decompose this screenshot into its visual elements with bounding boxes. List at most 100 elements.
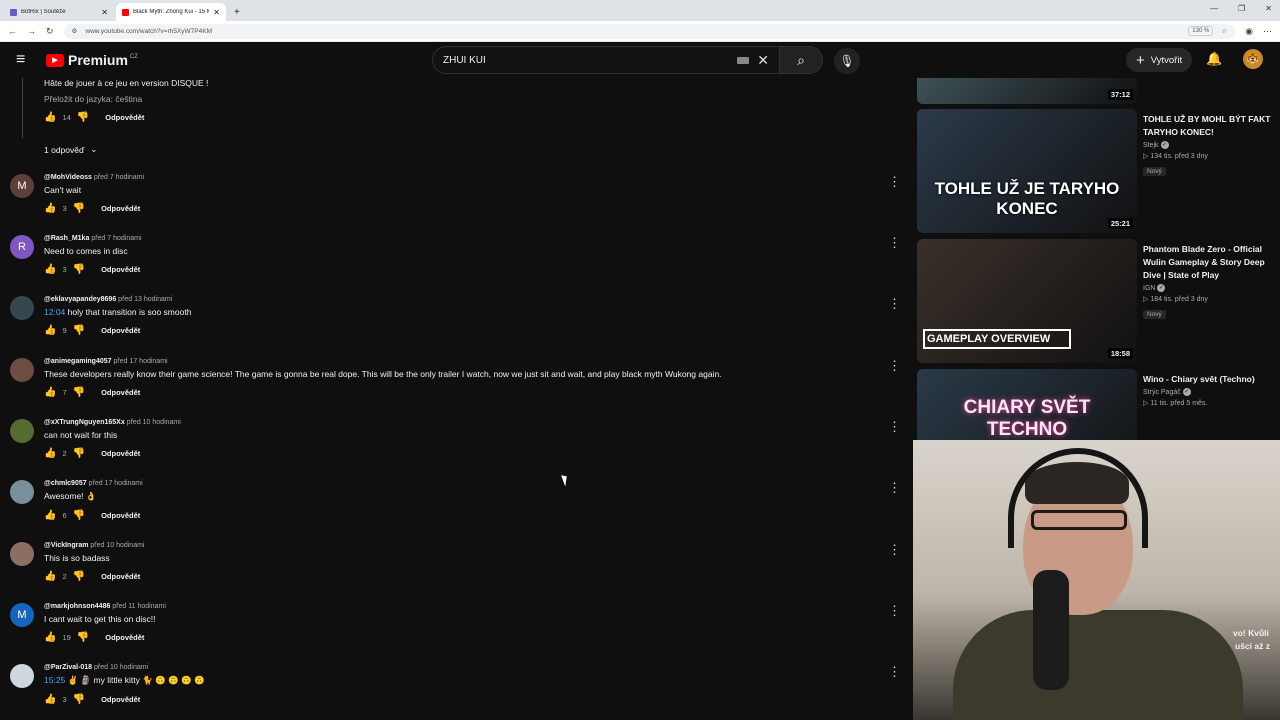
thumb-down-icon[interactable]: 👎 — [73, 387, 85, 398]
search-button[interactable]: ⌕ — [780, 46, 823, 74]
comment-author[interactable]: @chmlc9057 — [44, 480, 87, 487]
thumb-up-icon[interactable]: 👍 — [44, 264, 56, 275]
new-tab-icon[interactable]: + — [228, 3, 246, 21]
channel-name[interactable]: Strýc Pagáč ✓ — [1143, 388, 1275, 396]
thumb-up-icon[interactable]: 👍 — [44, 448, 56, 459]
reply-button[interactable]: Odpovědět — [101, 695, 140, 704]
notifications-bell-icon[interactable]: 🔔 — [1206, 51, 1222, 67]
video-title[interactable]: TOHLE UŽ BY MOHL BÝT FAKT TARYHO KONEC! — [1143, 113, 1275, 139]
youtube-premium-logo[interactable]: ▶ Premium CZ — [46, 52, 138, 68]
avatar[interactable] — [10, 664, 34, 688]
thumb-down-icon[interactable]: 👎 — [77, 632, 89, 643]
comment-author[interactable]: @markjohnson4486 — [44, 603, 110, 610]
comment-time[interactable]: před 13 hodinami — [118, 296, 172, 303]
comment-time[interactable]: před 7 hodinami — [91, 235, 141, 242]
more-actions-icon[interactable]: ⋮ — [888, 419, 901, 435]
reply-button[interactable]: Odpovědět — [101, 204, 140, 213]
avatar[interactable]: R — [10, 235, 34, 259]
search-input[interactable]: ZHUI KUI ✕ — [432, 46, 780, 74]
thumb-up-icon[interactable]: 👍 — [44, 112, 56, 123]
video-title[interactable]: Phantom Blade Zero - Official Wulin Game… — [1143, 243, 1275, 282]
comment-time[interactable]: před 17 hodinami — [113, 358, 167, 365]
comment-author[interactable]: @Rash_M1ka — [44, 235, 89, 242]
channel-name[interactable]: IGN ✓ — [1143, 284, 1275, 292]
comment-author[interactable]: @animegaming4057 — [44, 358, 112, 365]
more-actions-icon[interactable]: ⋮ — [888, 664, 901, 680]
reply-button[interactable]: Odpovědět — [101, 449, 140, 458]
reply-button[interactable]: Odpovědět — [105, 113, 144, 122]
hamburger-menu-icon[interactable]: ≡ — [16, 51, 40, 69]
reply-button[interactable]: Odpovědět — [101, 511, 140, 520]
timestamp-link[interactable]: 12:04 — [44, 307, 65, 317]
comment-author[interactable]: @eklavyapandey8696 — [44, 296, 116, 303]
close-icon[interactable]: ✕ — [213, 8, 220, 17]
more-actions-icon[interactable]: ⋮ — [888, 296, 901, 312]
comment-time[interactable]: před 10 hodinami — [127, 419, 181, 426]
more-actions-icon[interactable]: ⋮ — [888, 358, 901, 374]
thumb-up-icon[interactable]: 👍 — [44, 387, 56, 398]
voice-search-button[interactable]: 🎙 — [834, 48, 860, 74]
translate-link[interactable]: Přeložit do jazyka: čeština — [44, 94, 208, 104]
comment-author[interactable]: @VickIngram — [44, 542, 88, 549]
more-actions-icon[interactable]: ⋮ — [888, 174, 901, 190]
comment-time[interactable]: před 7 hodinami — [94, 174, 144, 181]
reload-icon[interactable]: ↻ — [46, 26, 54, 37]
thumb-down-icon[interactable]: 👎 — [73, 448, 85, 459]
thumb-up-icon[interactable]: 👍 — [44, 510, 56, 521]
thumb-up-icon[interactable]: 👍 — [44, 571, 56, 582]
zoom-indicator[interactable]: 130 % — [1188, 26, 1214, 36]
more-actions-icon[interactable]: ⋮ — [888, 542, 901, 558]
clear-search-icon[interactable]: ✕ — [757, 52, 769, 69]
thumb-down-icon[interactable]: 👎 — [77, 112, 89, 123]
menu-icon[interactable]: ⋯ — [1263, 26, 1272, 37]
avatar[interactable] — [10, 358, 34, 382]
browser-tab-active[interactable]: Black Myth: Zhong Kui - 15 Mi ✕ — [116, 3, 226, 21]
comment-time[interactable]: před 17 hodinami — [89, 480, 143, 487]
forward-icon[interactable]: → — [27, 26, 36, 36]
back-icon[interactable]: ← — [8, 26, 17, 36]
video-title[interactable]: Wino - Chiary svět (Techno) — [1143, 373, 1275, 386]
close-window-icon[interactable]: ✕ — [1265, 4, 1272, 13]
reply-button[interactable]: Odpovědět — [101, 326, 140, 335]
comment-author[interactable]: @MohVideoss — [44, 174, 92, 181]
minimize-icon[interactable]: — — [1210, 4, 1218, 13]
avatar[interactable] — [10, 296, 34, 320]
browser-tab[interactable]: BotRix | Soutěže ✕ — [4, 3, 114, 21]
view-replies-button[interactable]: 1 odpověď ⌄ — [44, 144, 97, 155]
comment-time[interactable]: před 10 hodinami — [90, 542, 144, 549]
avatar[interactable] — [10, 542, 34, 566]
avatar[interactable]: M — [10, 174, 34, 198]
star-icon[interactable]: ☆ — [1221, 27, 1227, 35]
timestamp-link[interactable]: 15:25 — [44, 675, 65, 685]
reply-button[interactable]: Odpovědět — [101, 388, 140, 397]
more-actions-icon[interactable]: ⋮ — [888, 235, 901, 251]
more-actions-icon[interactable]: ⋮ — [888, 603, 901, 619]
comment-time[interactable]: před 11 hodinami — [112, 603, 166, 610]
comment-author[interactable]: @ParZival-018 — [44, 664, 92, 671]
thumb-down-icon[interactable]: 👎 — [73, 510, 85, 521]
create-button[interactable]: + Vytvořit — [1126, 48, 1193, 72]
video-thumbnail[interactable]: 37:12 — [917, 78, 1137, 104]
thumb-down-icon[interactable]: 👎 — [73, 203, 85, 214]
profile-icon[interactable]: ◉ — [1245, 26, 1253, 37]
comment-author[interactable]: @xXTrungNguyen165Xx — [44, 419, 125, 426]
thumb-up-icon[interactable]: 👍 — [44, 632, 56, 643]
reply-button[interactable]: Odpovědět — [101, 265, 140, 274]
thumb-up-icon[interactable]: 👍 — [44, 203, 56, 214]
avatar[interactable]: M — [10, 603, 34, 627]
address-bar[interactable]: ⚙ www.youtube.com/watch?v=rh5XyW7P4KM 13… — [63, 23, 1236, 39]
account-avatar[interactable]: 🐯 — [1243, 49, 1263, 69]
avatar[interactable] — [10, 480, 34, 504]
reply-button[interactable]: Odpovědět — [105, 633, 144, 642]
more-actions-icon[interactable]: ⋮ — [888, 480, 901, 496]
site-info-icon[interactable]: ⚙ — [72, 27, 78, 35]
thumb-up-icon[interactable]: 👍 — [44, 325, 56, 336]
thumb-up-icon[interactable]: 👍 — [44, 694, 56, 705]
comment-time[interactable]: před 10 hodinami — [94, 664, 148, 671]
avatar[interactable] — [10, 419, 34, 443]
thumb-down-icon[interactable]: 👎 — [73, 694, 85, 705]
maximize-icon[interactable]: ❐ — [1238, 4, 1245, 13]
keyboard-icon[interactable] — [737, 56, 750, 64]
channel-name[interactable]: Stejk ✓ — [1143, 141, 1275, 149]
thumb-down-icon[interactable]: 👎 — [73, 325, 85, 336]
